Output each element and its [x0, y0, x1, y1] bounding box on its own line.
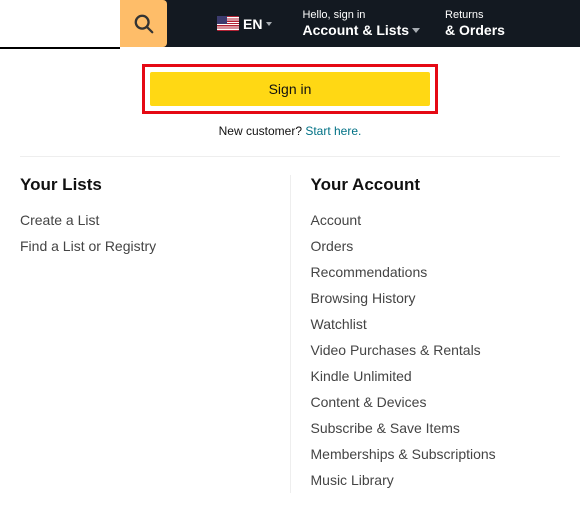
list-item[interactable]: Orders — [311, 233, 561, 259]
new-customer-prefix: New customer? — [219, 124, 306, 138]
language-code: EN — [243, 16, 262, 32]
account-greeting: Hello, sign in — [302, 9, 420, 22]
start-here-link[interactable]: Start here. — [305, 124, 361, 138]
list-item[interactable]: Music Library — [311, 467, 561, 493]
list-item[interactable]: Subscribe & Save Items — [311, 415, 561, 441]
chevron-down-icon — [266, 22, 272, 26]
your-lists-items: Create a List Find a List or Registry — [20, 207, 270, 259]
top-nav: EN Hello, sign in Account & Lists Return… — [0, 0, 580, 47]
list-item[interactable]: Video Purchases & Rentals — [311, 337, 561, 363]
list-item[interactable]: Recommendations — [311, 259, 561, 285]
your-lists-heading: Your Lists — [20, 175, 270, 195]
list-item[interactable]: Browsing History — [311, 285, 561, 311]
account-flyout: Sign in New customer? Start here. Your L… — [0, 49, 580, 513]
returns-label-bottom: & Orders — [445, 22, 505, 39]
us-flag-icon — [217, 16, 239, 31]
search-button[interactable] — [120, 0, 167, 47]
list-item[interactable]: Memberships & Subscriptions — [311, 441, 561, 467]
list-item[interactable]: Content & Devices — [311, 389, 561, 415]
flyout-pointer-icon — [439, 47, 457, 56]
language-selector[interactable]: EN — [217, 16, 272, 32]
your-account-column: Your Account Account Orders Recommendati… — [290, 175, 561, 493]
list-item[interactable]: Account — [311, 207, 561, 233]
list-item[interactable]: Watchlist — [311, 311, 561, 337]
list-item[interactable]: Create a List — [20, 207, 270, 233]
returns-orders[interactable]: Returns & Orders — [445, 9, 505, 39]
signin-highlight-box: Sign in — [142, 64, 438, 114]
your-account-heading: Your Account — [311, 175, 561, 195]
your-account-items: Account Orders Recommendations Browsing … — [311, 207, 561, 493]
new-customer-text: New customer? Start here. — [20, 124, 560, 138]
divider — [20, 156, 560, 157]
chevron-down-icon — [412, 28, 420, 33]
account-menu[interactable]: Hello, sign in Account & Lists — [302, 9, 420, 39]
search-icon — [133, 13, 155, 35]
returns-label-top: Returns — [445, 9, 505, 22]
list-item[interactable]: Kindle Unlimited — [311, 363, 561, 389]
signin-button-label: Sign in — [269, 81, 312, 97]
your-lists-column: Your Lists Create a List Find a List or … — [20, 175, 290, 493]
list-item[interactable]: Find a List or Registry — [20, 233, 270, 259]
signin-button[interactable]: Sign in — [150, 72, 430, 106]
account-label: Account & Lists — [302, 22, 409, 39]
nav-gap — [0, 0, 120, 47]
